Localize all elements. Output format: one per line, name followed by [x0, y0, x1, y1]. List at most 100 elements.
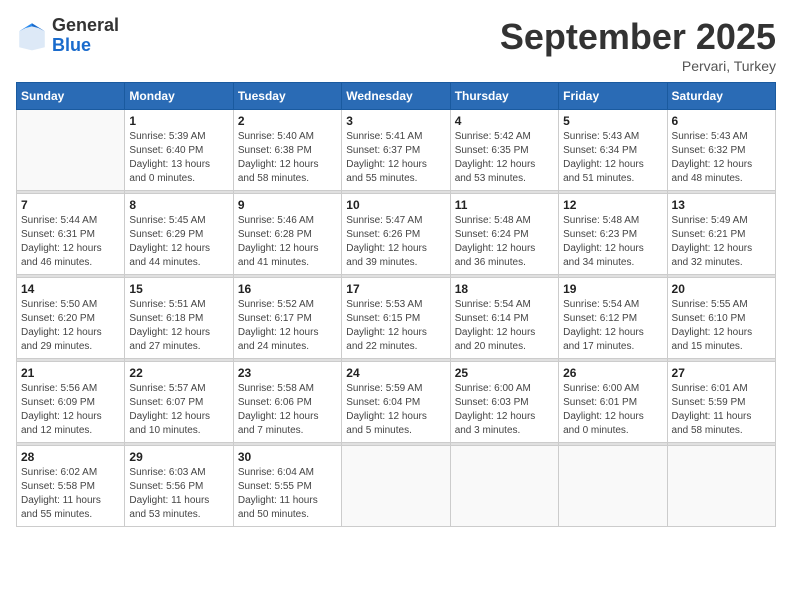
- calendar-body: 1 Sunrise: 5:39 AM Sunset: 6:40 PM Daylig…: [17, 110, 776, 527]
- day-info: Sunrise: 5:59 AM Sunset: 6:04 PM Dayligh…: [346, 382, 445, 438]
- day-info: Sunrise: 5:53 AM Sunset: 6:15 PM Dayligh…: [346, 298, 445, 354]
- day-number: 18: [455, 282, 554, 296]
- calendar-cell: 27 Sunrise: 6:01 AM Sunset: 5:59 PM Dayli…: [667, 362, 775, 443]
- weekday-header: Friday: [559, 83, 667, 110]
- calendar-header: SundayMondayTuesdayWednesdayThursdayFrid…: [17, 83, 776, 110]
- weekday-header: Tuesday: [233, 83, 341, 110]
- logo: General Blue: [16, 16, 119, 56]
- weekday-header: Wednesday: [342, 83, 450, 110]
- day-number: 3: [346, 114, 445, 128]
- calendar-cell: 8Sunrise: 5:45 AM Sunset: 6:29 PM Daylig…: [125, 194, 233, 275]
- day-info: Sunrise: 5:57 AM Sunset: 6:07 PM Dayligh…: [129, 382, 228, 438]
- day-info: Sunrise: 5:55 AM Sunset: 6:10 PM Dayligh…: [672, 298, 771, 354]
- calendar-cell: 17 Sunrise: 5:53 AM Sunset: 6:15 PM Dayli…: [342, 278, 450, 359]
- calendar-cell: 3Sunrise: 5:41 AM Sunset: 6:37 PM Daylig…: [342, 110, 450, 191]
- day-info: Sunrise: 5:58 AM Sunset: 6:06 PM Dayligh…: [238, 382, 337, 438]
- calendar-week-row: 7Sunrise: 5:44 AM Sunset: 6:31 PM Daylig…: [17, 194, 776, 275]
- day-info: Sunrise: 5:43 AM Sunset: 6:32 PM Dayligh…: [672, 130, 771, 186]
- calendar-cell: 2Sunrise: 5:40 AM Sunset: 6:38 PM Daylig…: [233, 110, 341, 191]
- calendar-cell: [559, 446, 667, 527]
- calendar-cell: [17, 110, 125, 191]
- calendar-cell: 9 Sunrise: 5:46 AM Sunset: 6:28 PM Daylig…: [233, 194, 341, 275]
- day-info: Sunrise: 6:00 AM Sunset: 6:01 PM Dayligh…: [563, 382, 662, 438]
- day-number: 16: [238, 282, 337, 296]
- day-info: Sunrise: 6:01 AM Sunset: 5:59 PM Dayligh…: [672, 382, 771, 438]
- day-info: Sunrise: 5:47 AM Sunset: 6:26 PM Dayligh…: [346, 214, 445, 270]
- calendar-cell: 4Sunrise: 5:42 AM Sunset: 6:35 PM Daylig…: [450, 110, 558, 191]
- day-number: 14: [21, 282, 120, 296]
- logo-text: General Blue: [52, 16, 119, 56]
- day-info: Sunrise: 5:48 AM Sunset: 6:24 PM Dayligh…: [455, 214, 554, 270]
- calendar-week-row: 1 Sunrise: 5:39 AM Sunset: 6:40 PM Daylig…: [17, 110, 776, 191]
- location-subtitle: Pervari, Turkey: [500, 58, 776, 74]
- calendar-cell: 10 Sunrise: 5:47 AM Sunset: 6:26 PM Dayli…: [342, 194, 450, 275]
- calendar-week-row: 14Sunrise: 5:50 AM Sunset: 6:20 PM Dayli…: [17, 278, 776, 359]
- day-number: 17: [346, 282, 445, 296]
- day-number: 4: [455, 114, 554, 128]
- day-number: 12: [563, 198, 662, 212]
- calendar-cell: 13 Sunrise: 5:49 AM Sunset: 6:21 PM Dayli…: [667, 194, 775, 275]
- day-info: Sunrise: 6:04 AM Sunset: 5:55 PM Dayligh…: [238, 466, 337, 522]
- weekday-header: Sunday: [17, 83, 125, 110]
- day-info: Sunrise: 5:56 AM Sunset: 6:09 PM Dayligh…: [21, 382, 120, 438]
- day-number: 7: [21, 198, 120, 212]
- calendar-cell: 14Sunrise: 5:50 AM Sunset: 6:20 PM Dayli…: [17, 278, 125, 359]
- page-header: General Blue September 2025 Pervari, Tur…: [16, 16, 776, 74]
- day-number: 10: [346, 198, 445, 212]
- calendar-cell: [450, 446, 558, 527]
- calendar-cell: 29Sunrise: 6:03 AM Sunset: 5:56 PM Dayli…: [125, 446, 233, 527]
- calendar-cell: 30 Sunrise: 6:04 AM Sunset: 5:55 PM Dayli…: [233, 446, 341, 527]
- calendar-cell: 1 Sunrise: 5:39 AM Sunset: 6:40 PM Daylig…: [125, 110, 233, 191]
- day-number: 27: [672, 366, 771, 380]
- day-info: Sunrise: 5:51 AM Sunset: 6:18 PM Dayligh…: [129, 298, 228, 354]
- calendar-cell: 12 Sunrise: 5:48 AM Sunset: 6:23 PM Dayli…: [559, 194, 667, 275]
- day-info: Sunrise: 5:54 AM Sunset: 6:12 PM Dayligh…: [563, 298, 662, 354]
- day-number: 29: [129, 450, 228, 464]
- day-number: 30: [238, 450, 337, 464]
- day-number: 25: [455, 366, 554, 380]
- day-number: 28: [21, 450, 120, 464]
- calendar-cell: 11 Sunrise: 5:48 AM Sunset: 6:24 PM Dayli…: [450, 194, 558, 275]
- calendar-cell: 7Sunrise: 5:44 AM Sunset: 6:31 PM Daylig…: [17, 194, 125, 275]
- calendar-cell: 16 Sunrise: 5:52 AM Sunset: 6:17 PM Dayli…: [233, 278, 341, 359]
- day-number: 22: [129, 366, 228, 380]
- day-number: 8: [129, 198, 228, 212]
- day-info: Sunrise: 5:52 AM Sunset: 6:17 PM Dayligh…: [238, 298, 337, 354]
- calendar-week-row: 28 Sunrise: 6:02 AM Sunset: 5:58 PM Dayli…: [17, 446, 776, 527]
- calendar-week-row: 21 Sunrise: 5:56 AM Sunset: 6:09 PM Dayli…: [17, 362, 776, 443]
- logo-general: General: [52, 16, 119, 36]
- day-info: Sunrise: 5:39 AM Sunset: 6:40 PM Dayligh…: [129, 130, 228, 186]
- calendar-cell: [342, 446, 450, 527]
- logo-blue: Blue: [52, 36, 119, 56]
- day-number: 21: [21, 366, 120, 380]
- day-info: Sunrise: 5:49 AM Sunset: 6:21 PM Dayligh…: [672, 214, 771, 270]
- day-info: Sunrise: 5:46 AM Sunset: 6:28 PM Dayligh…: [238, 214, 337, 270]
- calendar-cell: 21 Sunrise: 5:56 AM Sunset: 6:09 PM Dayli…: [17, 362, 125, 443]
- day-info: Sunrise: 5:54 AM Sunset: 6:14 PM Dayligh…: [455, 298, 554, 354]
- weekday-header: Thursday: [450, 83, 558, 110]
- day-number: 23: [238, 366, 337, 380]
- day-number: 9: [238, 198, 337, 212]
- day-number: 11: [455, 198, 554, 212]
- logo-icon: [16, 20, 48, 52]
- calendar-cell: 28 Sunrise: 6:02 AM Sunset: 5:58 PM Dayli…: [17, 446, 125, 527]
- day-number: 13: [672, 198, 771, 212]
- day-number: 19: [563, 282, 662, 296]
- day-number: 26: [563, 366, 662, 380]
- calendar-cell: 20Sunrise: 5:55 AM Sunset: 6:10 PM Dayli…: [667, 278, 775, 359]
- month-title: September 2025: [500, 16, 776, 58]
- weekday-header: Monday: [125, 83, 233, 110]
- day-number: 15: [129, 282, 228, 296]
- calendar-cell: [667, 446, 775, 527]
- calendar-cell: 26 Sunrise: 6:00 AM Sunset: 6:01 PM Dayli…: [559, 362, 667, 443]
- day-info: Sunrise: 6:00 AM Sunset: 6:03 PM Dayligh…: [455, 382, 554, 438]
- day-info: Sunrise: 5:48 AM Sunset: 6:23 PM Dayligh…: [563, 214, 662, 270]
- day-number: 1: [129, 114, 228, 128]
- day-info: Sunrise: 6:02 AM Sunset: 5:58 PM Dayligh…: [21, 466, 120, 522]
- calendar-cell: 25 Sunrise: 6:00 AM Sunset: 6:03 PM Dayli…: [450, 362, 558, 443]
- day-number: 24: [346, 366, 445, 380]
- weekday-row: SundayMondayTuesdayWednesdayThursdayFrid…: [17, 83, 776, 110]
- day-number: 6: [672, 114, 771, 128]
- calendar-cell: 18 Sunrise: 5:54 AM Sunset: 6:14 PM Dayli…: [450, 278, 558, 359]
- day-number: 5: [563, 114, 662, 128]
